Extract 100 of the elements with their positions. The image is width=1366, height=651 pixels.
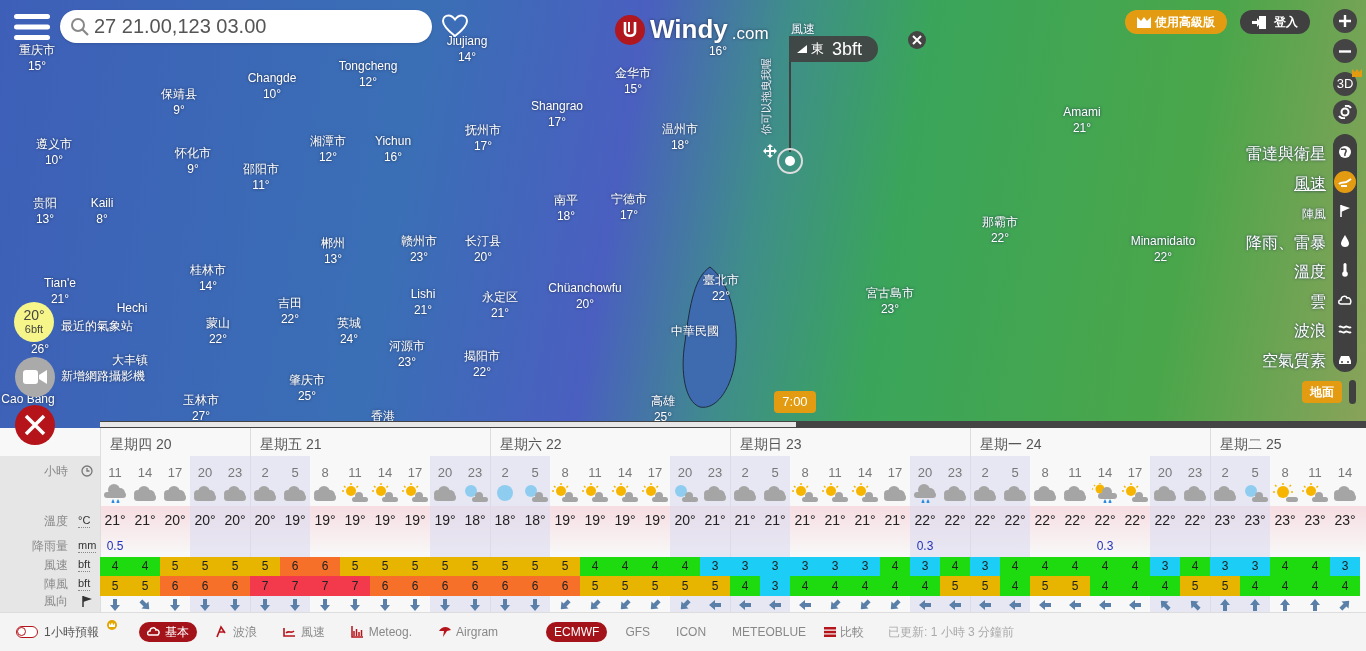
layer-label[interactable]: 風速 xyxy=(1294,171,1326,196)
city-name: 香港 xyxy=(371,408,395,424)
wedge-icon xyxy=(797,45,807,53)
cloud-icon xyxy=(1338,292,1352,307)
rain-cell-text: 0.3 xyxy=(916,538,934,555)
wind-cell: 5 xyxy=(190,557,220,576)
layer-label[interactable]: 波浪 xyxy=(1294,319,1326,343)
city-temperature: 13° xyxy=(323,251,343,267)
close-icon[interactable] xyxy=(907,30,927,50)
model-tab[interactable]: METEOBLUE xyxy=(724,622,815,642)
layer-label[interactable]: 雷達與衛星 xyxy=(1246,142,1326,166)
scroll-handle[interactable] xyxy=(1349,380,1356,404)
temperature-cell-text: 19° xyxy=(374,511,396,528)
level-button[interactable]: 地面 xyxy=(1302,381,1342,403)
model-tab[interactable]: GFS xyxy=(617,622,659,642)
wind-cell: 5 xyxy=(490,557,520,576)
city-temperature: 15° xyxy=(27,58,47,74)
wind-cell: 4 xyxy=(1090,557,1120,576)
view-tab[interactable]: Airgram xyxy=(430,622,507,642)
city-name: 郴州 xyxy=(321,235,345,251)
gust-cell: 5 xyxy=(1180,576,1210,596)
layer-label[interactable]: 降雨、雷暴 xyxy=(1246,230,1326,255)
hour-cell-text: 8 xyxy=(321,464,329,479)
temperature-cell-text: 19° xyxy=(584,511,606,528)
city-name: 玉林市 xyxy=(183,392,219,408)
wind-cell: 3 xyxy=(700,557,730,576)
temperature-cell-text: 18° xyxy=(524,511,546,528)
temperature-cell-text: 23° xyxy=(1334,511,1356,528)
view-tab[interactable]: Meteog. xyxy=(342,622,421,642)
station-label[interactable]: 最近的氣象站 xyxy=(61,317,133,335)
gust-cell: 6 xyxy=(220,576,250,596)
city-name: 重庆市 xyxy=(19,42,55,58)
wind-map[interactable] xyxy=(0,0,1366,428)
wind-cell: 3 xyxy=(850,557,880,576)
wind-cell: 3 xyxy=(1240,557,1270,576)
temperature-cell-text: 19° xyxy=(344,511,366,528)
hour-cell-text: 11 xyxy=(1068,464,1082,479)
temperature-cell-text: 19° xyxy=(284,511,306,528)
search-field[interactable]: 27 21.00,123 03.00 xyxy=(60,10,432,43)
login-button[interactable]: 登入 xyxy=(1240,10,1310,34)
hour-cell-text: 23 xyxy=(707,464,723,479)
layer-label[interactable]: 空氣質素 xyxy=(1262,348,1326,373)
hour-cell-text: 20 xyxy=(677,464,693,479)
hour-cell-text: 20 xyxy=(197,464,213,479)
day-header: 星期四 20 xyxy=(110,435,172,454)
city-name: 中華民國 xyxy=(671,323,719,339)
hour-cell-text: 8 xyxy=(801,464,809,479)
temperature-cell-text: 19° xyxy=(644,511,666,528)
day-header: 星期六 22 xyxy=(500,435,562,454)
compare-button[interactable]: 比較 xyxy=(824,623,865,641)
wind-cell: 4 xyxy=(1180,557,1210,576)
gust-cell: 6 xyxy=(460,576,490,596)
temperature-cell-text: 20° xyxy=(674,511,696,528)
temperature-cell-text: 22° xyxy=(1004,511,1026,528)
layer-label[interactable]: 溫度 xyxy=(1294,260,1326,284)
view-tab[interactable]: 波浪 xyxy=(206,622,265,642)
day-header: 星期日 23 xyxy=(740,435,802,454)
timeline-track[interactable] xyxy=(100,421,1366,428)
wind-chart-icon xyxy=(282,625,297,639)
view-tab[interactable]: 基本 xyxy=(138,622,197,642)
city-temperature: 10° xyxy=(262,86,282,102)
menu-button[interactable] xyxy=(14,12,50,42)
hourly-toggle[interactable]: 1小時預報 xyxy=(16,623,99,641)
wind-cell: 5 xyxy=(370,557,400,576)
layer-label[interactable]: 雲 xyxy=(1310,289,1326,314)
model-tab[interactable]: ICON xyxy=(668,622,715,642)
gust-cell: 6 xyxy=(550,576,580,596)
premium-button[interactable]: 使用高級版 xyxy=(1125,10,1227,34)
city-name: 温州市 xyxy=(662,121,698,137)
view-tab[interactable]: 風速 xyxy=(274,622,333,642)
row-label: 小時 xyxy=(43,463,68,480)
layer-label[interactable]: 陣風 xyxy=(1302,205,1326,223)
temperature-cell-text: 21° xyxy=(764,511,786,528)
wind-cell: 5 xyxy=(550,557,580,576)
gust-cell: 5 xyxy=(640,576,670,596)
temperature-cell-text: 23° xyxy=(1214,511,1236,528)
time-bubble[interactable]: 7:00 xyxy=(774,391,816,413)
temperature-cell-text: 22° xyxy=(1184,511,1206,528)
heart-icon[interactable] xyxy=(442,14,468,38)
close-icon[interactable] xyxy=(14,404,56,446)
row-label: 溫度 xyxy=(43,513,68,530)
row-label: 降雨量 xyxy=(31,538,68,555)
webcam-label[interactable]: 新增網路攝影機 xyxy=(61,367,145,385)
bar-chart-icon xyxy=(350,625,365,639)
city-name: Hechi xyxy=(116,300,148,316)
hour-cell-text: 20 xyxy=(437,464,453,479)
temperature-cell-text: 19° xyxy=(614,511,636,528)
city-temperature: 22° xyxy=(472,364,492,380)
temperature-cell-text: 22° xyxy=(974,511,996,528)
model-tab[interactable]: ECMWF xyxy=(546,622,608,642)
wind-cell: 4 xyxy=(130,557,160,576)
city-temperature: 12° xyxy=(358,74,378,90)
clock-icon xyxy=(81,465,93,477)
wind-cell: 5 xyxy=(400,557,430,576)
hour-cell-text: 2 xyxy=(501,464,509,479)
drop-icon xyxy=(1338,233,1352,248)
gust-cell: 7 xyxy=(280,576,310,596)
wind-value: 3bft xyxy=(832,37,863,61)
city-name: 桂林市 xyxy=(190,262,226,278)
city-temperature: 26° xyxy=(30,343,50,355)
